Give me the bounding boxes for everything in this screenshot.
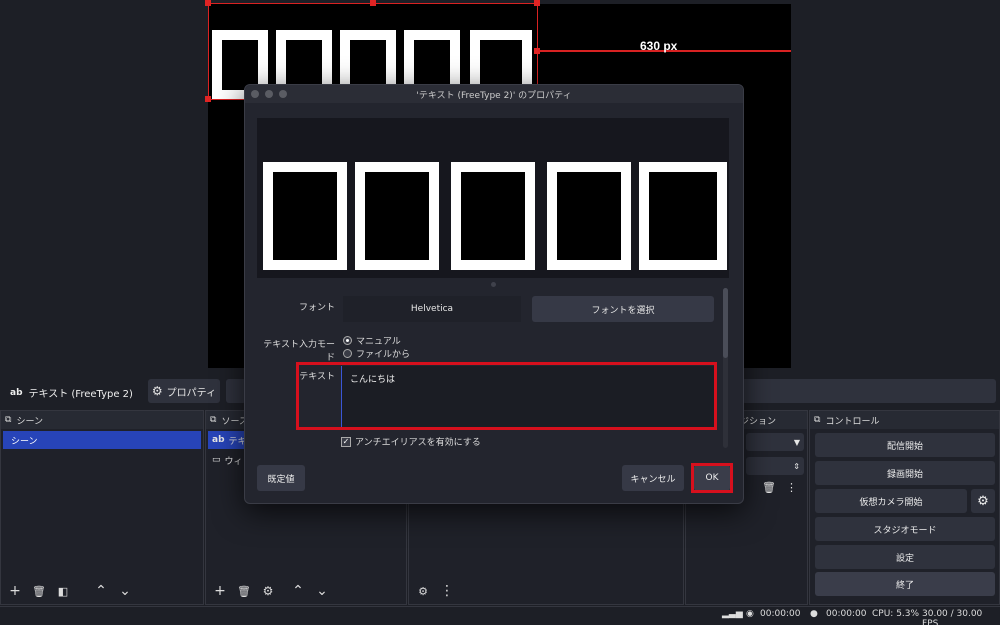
- tofu-glyph: [547, 162, 631, 270]
- tofu-glyph: [639, 162, 727, 270]
- text-source-icon: ab: [212, 435, 225, 445]
- scenes-dock-title: ⧉ シーン: [1, 411, 203, 429]
- chevron-down-icon: ▼: [793, 437, 800, 447]
- recording-icon: ◉: [746, 609, 754, 619]
- dock-icon: ⧉: [210, 415, 217, 425]
- radio-manual[interactable]: マニュアル: [343, 334, 401, 347]
- chevron-down-icon[interactable]: ⌄: [314, 583, 330, 599]
- window-icon: ▭: [212, 455, 221, 465]
- trash-icon[interactable]: 🗑: [31, 583, 47, 599]
- properties-button[interactable]: ⚙ プロパティ: [148, 379, 220, 403]
- radio-indicator[interactable]: [343, 336, 352, 345]
- distance-guide-label: 630 px: [640, 39, 678, 53]
- resize-handle[interactable]: [205, 96, 211, 102]
- exit-button[interactable]: 終了: [815, 572, 995, 596]
- dock-icon: ⧉: [5, 415, 12, 425]
- radio-indicator[interactable]: [343, 349, 352, 358]
- font-label: フォント: [298, 303, 335, 313]
- trash-icon[interactable]: 🗑: [762, 481, 776, 494]
- stepper-icon: ⇕: [793, 461, 800, 471]
- text-input-mode-label: テキスト入力モード: [263, 340, 335, 363]
- font-name-display: Helvetica: [343, 296, 521, 322]
- settings-button[interactable]: 設定: [815, 545, 995, 569]
- dialog-preview: [257, 118, 729, 278]
- start-virtual-camera-button[interactable]: 仮想カメラ開始: [815, 489, 967, 513]
- tofu-glyph: [263, 162, 347, 270]
- selected-source: ab テキスト (FreeType 2): [10, 385, 133, 401]
- sources-dock-footer: + 🗑 ⚙ ⌃ ⌄: [206, 578, 406, 604]
- chevron-up-icon[interactable]: ⌃: [93, 583, 109, 599]
- resize-handle[interactable]: [205, 0, 211, 6]
- gear-icon: ⚙: [977, 493, 989, 509]
- defaults-button[interactable]: 既定値: [257, 465, 305, 491]
- antialias-checkbox[interactable]: ✓: [341, 436, 351, 447]
- toolbar-right-field: [742, 379, 996, 403]
- virtual-camera-settings-button[interactable]: ⚙: [971, 489, 995, 513]
- radio-from-file[interactable]: ファイルから: [343, 347, 410, 360]
- scenes-dock-footer: + 🗑 ◧ ⌃ ⌄: [1, 578, 203, 604]
- annotation-highlight-text: [296, 362, 717, 430]
- add-icon[interactable]: +: [212, 583, 228, 599]
- filters-button[interactable]: [226, 379, 246, 403]
- gear-icon: ⚙: [151, 384, 163, 398]
- gears-icon[interactable]: ⚙: [415, 583, 431, 599]
- fps-counter: 30.00 / 30.00 FPS: [922, 609, 983, 625]
- selected-source-name: テキスト (FreeType 2): [28, 389, 133, 400]
- resize-handle[interactable]: [534, 0, 540, 6]
- antialias-checkbox-row[interactable]: ✓ アンチエイリアスを有効にする: [341, 435, 481, 448]
- resize-handle[interactable]: [370, 0, 376, 6]
- cpu-usage: CPU: 5.3%: [872, 609, 920, 619]
- start-streaming-button[interactable]: 配信開始: [815, 433, 995, 457]
- gear-icon[interactable]: ⚙: [260, 583, 276, 599]
- trash-icon[interactable]: 🗑: [236, 583, 252, 599]
- start-recording-button[interactable]: 録画開始: [815, 461, 995, 485]
- add-icon[interactable]: +: [7, 583, 23, 599]
- tofu-glyph: [355, 162, 439, 270]
- chevron-down-icon[interactable]: ⌄: [117, 583, 133, 599]
- recording-time: 00:00:00: [760, 609, 801, 619]
- tofu-glyph: [451, 162, 535, 270]
- signal-icon: ▂▃▅: [722, 609, 743, 619]
- transition-select[interactable]: ▼: [746, 433, 804, 451]
- cancel-button[interactable]: キャンセル: [622, 465, 684, 491]
- chevron-up-icon[interactable]: ⌃: [290, 583, 306, 599]
- splitter-handle[interactable]: [491, 282, 496, 287]
- studio-mode-button[interactable]: スタジオモード: [815, 517, 995, 541]
- scenes-dock: ⧉ シーン シーン + 🗑 ◧ ⌃ ⌄: [0, 410, 204, 605]
- select-font-button[interactable]: フォントを選択: [532, 296, 714, 322]
- streaming-icon: ●: [810, 609, 818, 619]
- more-icon[interactable]: ⋮: [439, 583, 455, 599]
- duration-spinner[interactable]: ⇕: [746, 457, 804, 475]
- streaming-time: 00:00:00: [826, 609, 867, 619]
- annotation-highlight-ok: [691, 463, 733, 493]
- dialog-title: 'テキスト (FreeType 2)' のプロパティ: [416, 91, 572, 101]
- dialog-titlebar: 'テキスト (FreeType 2)' のプロパティ: [245, 85, 743, 103]
- filter-icon[interactable]: ◧: [55, 583, 71, 599]
- properties-dialog: 'テキスト (FreeType 2)' のプロパティ フォント Helvetic…: [244, 84, 744, 504]
- audio-mixer-footer: ⚙ ⋮: [409, 578, 683, 604]
- dock-icon: ⧉: [814, 415, 821, 425]
- more-icon[interactable]: ⋮: [786, 481, 797, 494]
- scene-list-item[interactable]: シーン: [3, 431, 201, 449]
- dialog-scrollbar-thumb[interactable]: [723, 288, 728, 358]
- text-source-icon: ab: [10, 387, 23, 398]
- controls-dock-title: ⧉ コントロール: [810, 411, 999, 429]
